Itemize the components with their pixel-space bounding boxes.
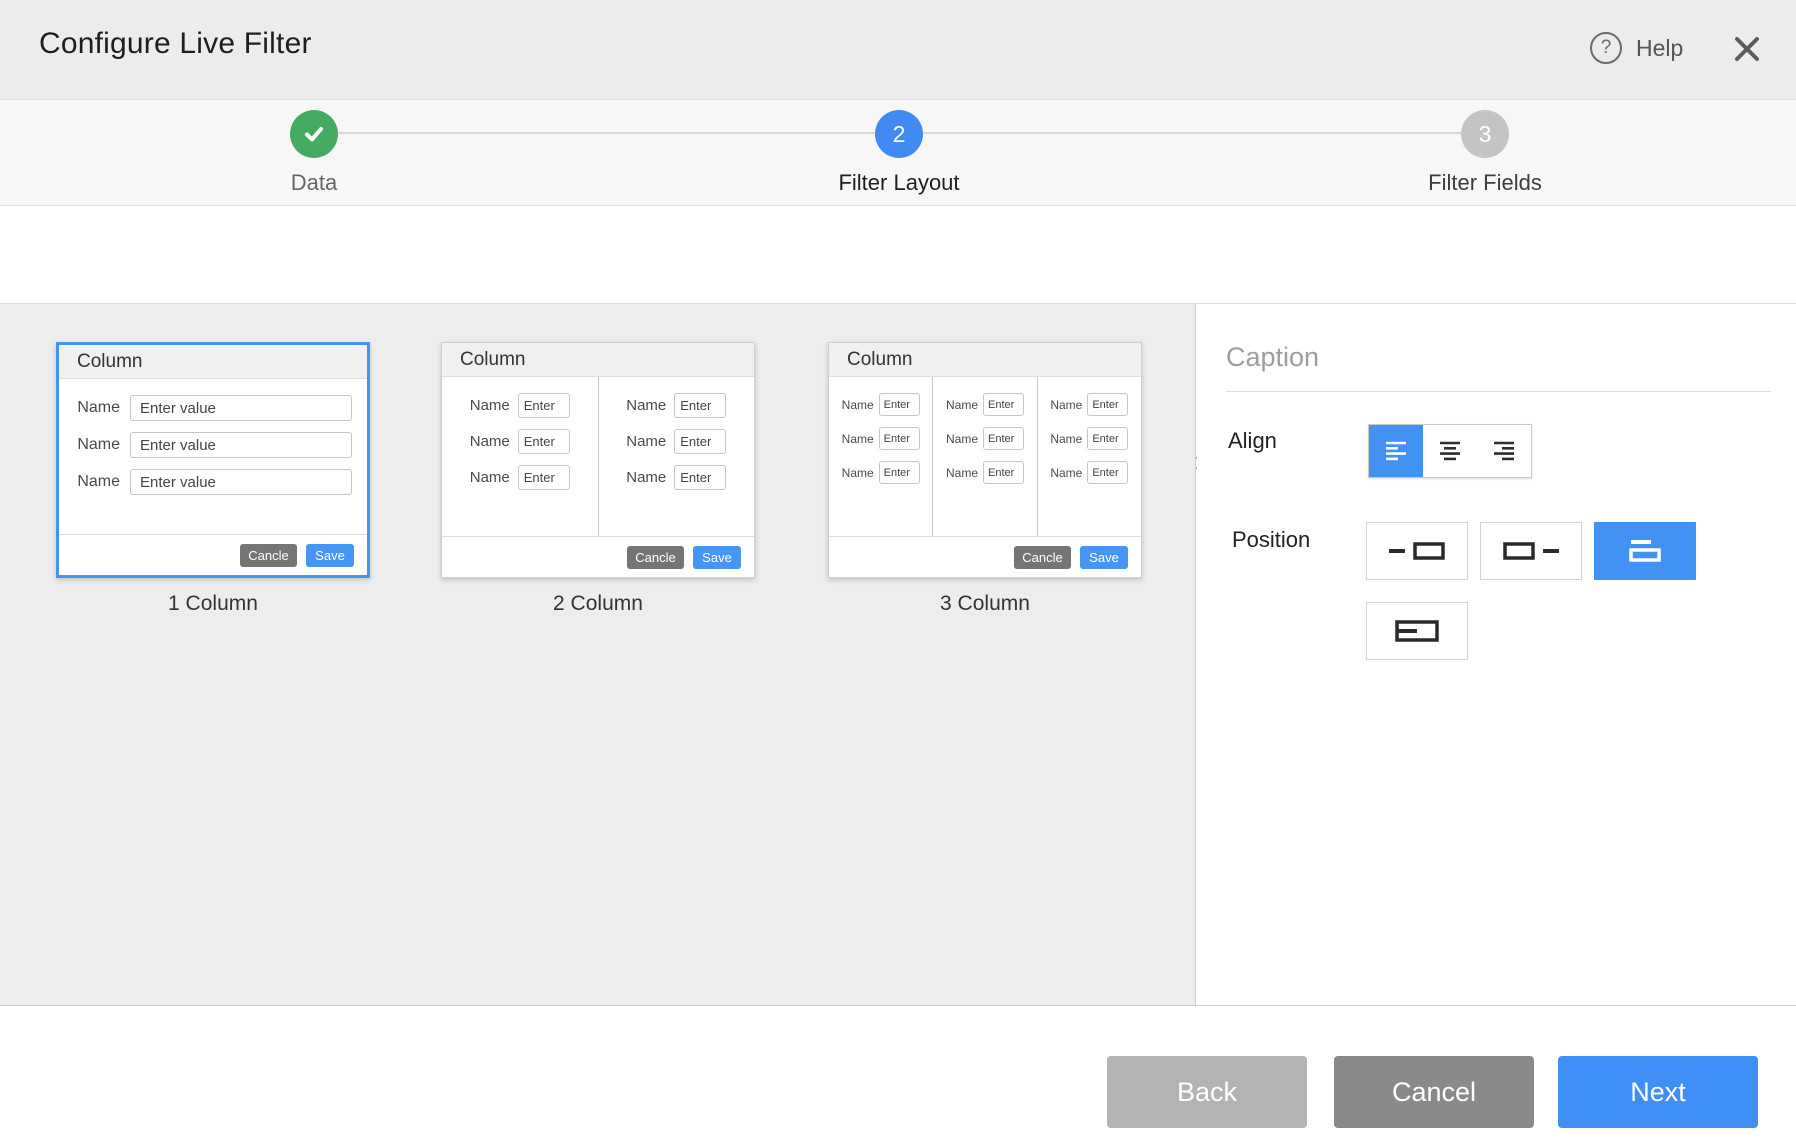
mini-input: Enter [879,393,920,416]
mini-field-label: Name [1050,432,1082,446]
mini-field-label: Name [626,433,666,450]
align-right-button[interactable] [1477,425,1531,477]
template-card-caption: 2 Column [441,592,755,616]
mini-input: Enter [518,429,570,454]
mini-field-label: Name [470,433,510,450]
template-card-2-column[interactable]: Column Name Enter Name Enter Name Enter Nam… [441,342,755,578]
mini-field-label: Name [470,397,510,414]
help-button[interactable]: ? Help [1590,32,1683,64]
caption-section-title: Caption [1226,342,1319,373]
cancel-button[interactable]: Cancel [1334,1056,1534,1128]
mini-input: Enter [879,427,920,450]
mini-input: Enter [518,393,570,418]
mini-input: Enter [879,461,920,484]
close-icon[interactable] [1729,31,1765,67]
dialog-header: Configure Live Filter ? Help [0,0,1796,99]
page-title: Configure Live Filter [39,27,312,61]
mini-save-button: Save [1080,546,1128,569]
mini-form-title: Column [442,343,754,377]
mini-field-label: Name [842,398,874,412]
mini-input: Enter [674,429,726,454]
align-label: Align [1228,428,1277,454]
mini-cancel-button: Cancle [1014,546,1071,569]
mini-save-button: Save [693,546,741,569]
caption-right-icon [1500,537,1562,565]
align-center-button[interactable] [1423,425,1477,477]
mini-form-title: Column [829,343,1141,377]
mini-field-label: Name [946,398,978,412]
align-right-icon [1492,440,1516,462]
mini-field-label: Name [1050,398,1082,412]
configure-live-filter-dialog: Configure Live Filter ? Help Data 2 Filt… [0,0,1796,1140]
align-left-icon [1384,440,1408,462]
mini-input: Enter value [130,469,352,495]
mini-input: Enter [983,427,1024,450]
mini-field-label: Name [842,432,874,446]
step-label-filter-layout: Filter Layout [769,170,1029,196]
template-card-3-column[interactable]: Column Name Enter Name Enter Name Enter Nam… [828,342,1142,578]
align-center-icon [1438,440,1462,462]
stepper-connector [923,132,1461,134]
mini-field-label: Name [470,469,510,486]
mini-cancel-button: Cancle [240,544,297,567]
stepper-connector [338,132,875,134]
mini-cancel-button: Cancle [627,546,684,569]
step-number: 3 [1479,121,1492,148]
position-caption-inside-button[interactable] [1366,602,1468,660]
mini-input: Enter value [130,395,352,421]
caption-left-icon [1386,537,1448,565]
mini-field-label: Name [77,399,120,417]
mini-field-label: Name [77,473,120,491]
next-button[interactable]: Next [1558,1056,1758,1128]
mini-save-button: Save [306,544,354,567]
step-number: 2 [893,121,906,148]
mini-field-label: Name [1050,466,1082,480]
mini-field-label: Name [842,466,874,480]
mini-field-label: Name [626,469,666,486]
help-icon: ? [1590,32,1622,64]
caption-top-icon [1623,537,1667,565]
mini-field-label: Name [77,436,120,454]
mini-input: Enter [674,465,726,490]
step-circle-filter-fields[interactable]: 3 [1461,110,1509,158]
mini-input: Enter [1087,461,1128,484]
mini-field-label: Name [626,397,666,414]
mini-field-label: Name [946,432,978,446]
step-circle-filter-layout[interactable]: 2 [875,110,923,158]
caption-divider [1226,391,1771,392]
description-bar: Select a template and configure the cont… [0,206,1796,304]
mini-input: Enter value [130,432,352,458]
template-card-caption: 3 Column [828,592,1142,616]
mini-input: Enter [1087,427,1128,450]
align-button-group [1368,424,1532,478]
template-card-caption: 1 Column [56,592,370,616]
caption-panel [1197,304,1796,1005]
back-button[interactable]: Back [1107,1056,1307,1128]
position-caption-top-button[interactable] [1594,522,1696,580]
template-card-1-column[interactable]: Column Name Enter value Name Enter value N… [56,342,370,578]
step-circle-data[interactable] [290,110,338,158]
position-caption-left-button[interactable] [1366,522,1468,580]
align-left-button[interactable] [1369,425,1423,477]
mini-input: Enter [983,461,1024,484]
mini-input: Enter [674,393,726,418]
mini-form-title: Column [59,345,367,379]
mini-field-label: Name [946,466,978,480]
position-caption-right-button[interactable] [1480,522,1582,580]
mini-input: Enter [983,393,1024,416]
position-label: Position [1232,527,1310,553]
step-label-filter-fields: Filter Fields [1355,170,1615,196]
mini-input: Enter [518,465,570,490]
caption-inside-icon [1393,617,1441,645]
step-label-data: Data [184,170,444,196]
help-label: Help [1636,35,1683,62]
mini-input: Enter [1087,393,1128,416]
